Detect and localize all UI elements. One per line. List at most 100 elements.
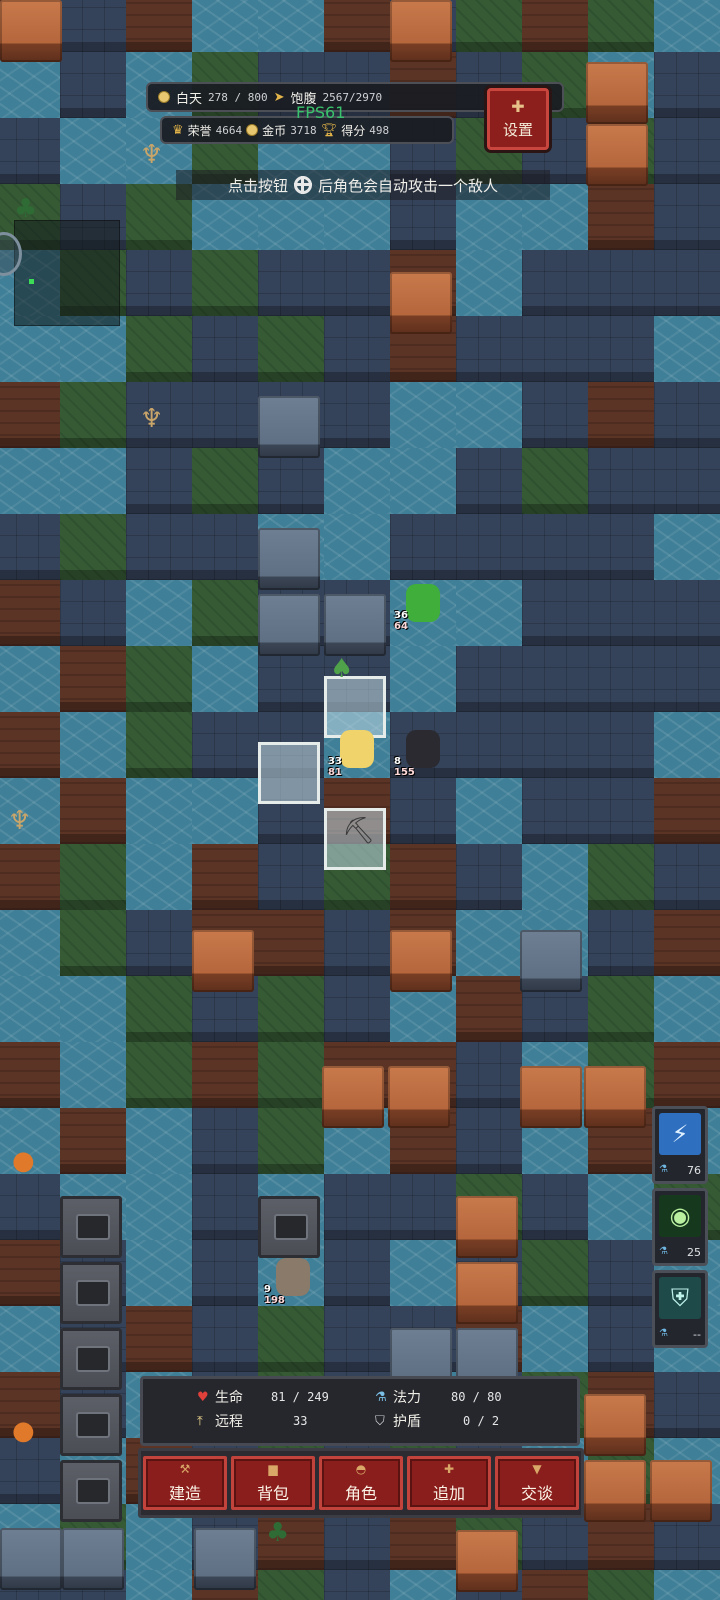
map-tile[interactable]: [324, 0, 390, 52]
map-tile[interactable]: [0, 646, 60, 712]
map-tile[interactable]: [258, 910, 324, 976]
map-tile[interactable]: [456, 250, 522, 316]
map-tile[interactable]: [456, 382, 522, 448]
map-tile[interactable]: [0, 448, 60, 514]
map-tile[interactable]: [456, 580, 522, 646]
map-tile[interactable]: [60, 580, 126, 646]
map-tile[interactable]: [588, 382, 654, 448]
map-tile[interactable]: [588, 844, 654, 910]
map-tile[interactable]: [192, 712, 258, 778]
map-tile[interactable]: [390, 844, 456, 910]
map-tile[interactable]: [654, 646, 720, 712]
map-tile[interactable]: [588, 1570, 654, 1600]
clay-block[interactable]: [456, 1262, 518, 1324]
map-tile[interactable]: [60, 646, 126, 712]
map-tile[interactable]: [654, 448, 720, 514]
map-tile[interactable]: [126, 910, 192, 976]
build-button[interactable]: ⚒ 建造: [143, 1456, 227, 1510]
map-tile[interactable]: [588, 1174, 654, 1240]
map-tile[interactable]: [0, 118, 60, 184]
map-tile[interactable]: [60, 0, 126, 52]
map-tile[interactable]: [258, 250, 324, 316]
map-tile[interactable]: [654, 514, 720, 580]
clay-block[interactable]: [388, 1066, 450, 1128]
map-tile[interactable]: [126, 0, 192, 52]
clay-block[interactable]: [192, 930, 254, 992]
map-tile[interactable]: [324, 1240, 390, 1306]
map-tile[interactable]: [0, 712, 60, 778]
map-tile[interactable]: [522, 448, 588, 514]
slate-block[interactable]: [258, 594, 320, 656]
map-tile[interactable]: [126, 646, 192, 712]
skill-lightning-button[interactable]: ⚡ ⚗ 76: [652, 1106, 708, 1184]
map-tile[interactable]: [588, 514, 654, 580]
map-tile[interactable]: [390, 382, 456, 448]
slate-block[interactable]: [258, 528, 320, 590]
map-tile[interactable]: [456, 1108, 522, 1174]
map-tile[interactable]: [192, 1240, 258, 1306]
map-tile[interactable]: [126, 1570, 192, 1600]
clay-block[interactable]: [586, 124, 648, 186]
map-tile[interactable]: [126, 1108, 192, 1174]
map-tile[interactable]: [588, 580, 654, 646]
map-tile[interactable]: [390, 1240, 456, 1306]
clay-block[interactable]: [456, 1196, 518, 1258]
map-tile[interactable]: [324, 910, 390, 976]
clay-block[interactable]: [584, 1394, 646, 1456]
map-tile[interactable]: [192, 580, 258, 646]
map-tile[interactable]: [522, 580, 588, 646]
backpack-button[interactable]: ▆ 背包: [231, 1456, 315, 1510]
map-tile[interactable]: [456, 0, 522, 52]
map-tile[interactable]: [192, 514, 258, 580]
map-tile[interactable]: [654, 1372, 720, 1438]
slate-block[interactable]: [324, 594, 386, 656]
map-tile[interactable]: [60, 712, 126, 778]
map-tile[interactable]: [654, 118, 720, 184]
map-tile[interactable]: [258, 1570, 324, 1600]
map-tile[interactable]: [0, 1306, 60, 1372]
slate-block[interactable]: [258, 396, 320, 458]
clay-block[interactable]: [390, 930, 452, 992]
character-dark-haired-ally[interactable]: 8 155: [392, 728, 452, 788]
map-tile[interactable]: [60, 1108, 126, 1174]
map-tile[interactable]: [522, 646, 588, 712]
map-tile[interactable]: [456, 1042, 522, 1108]
map-tile[interactable]: [126, 844, 192, 910]
stone-wall-block[interactable]: [60, 1328, 122, 1390]
map-tile[interactable]: [324, 1174, 390, 1240]
slate-block[interactable]: [0, 1528, 62, 1590]
map-tile[interactable]: [192, 316, 258, 382]
skill-eye-button[interactable]: ◉ ⚗ 25: [652, 1188, 708, 1266]
clay-block[interactable]: [520, 1066, 582, 1128]
map-tile[interactable]: [60, 52, 126, 118]
map-tile[interactable]: [126, 778, 192, 844]
map-tile[interactable]: [60, 910, 126, 976]
map-tile[interactable]: [654, 1042, 720, 1108]
map-tile[interactable]: [0, 1042, 60, 1108]
map-tile[interactable]: [456, 514, 522, 580]
map-tile[interactable]: [126, 250, 192, 316]
minimap[interactable]: [14, 220, 120, 326]
map-tile[interactable]: [324, 976, 390, 1042]
clay-block[interactable]: [456, 1530, 518, 1592]
map-tile[interactable]: [0, 1174, 60, 1240]
map-tile[interactable]: [654, 316, 720, 382]
map-tile[interactable]: [456, 910, 522, 976]
map-tile[interactable]: [522, 316, 588, 382]
map-tile[interactable]: [522, 382, 588, 448]
clay-block[interactable]: [586, 62, 648, 124]
map-tile[interactable]: [456, 316, 522, 382]
map-tile[interactable]: [456, 448, 522, 514]
settings-button[interactable]: ✚ 设置: [487, 88, 549, 150]
stone-wall-block[interactable]: [258, 1196, 320, 1258]
map-tile[interactable]: [192, 382, 258, 448]
map-tile[interactable]: [654, 580, 720, 646]
stone-wall-block[interactable]: [60, 1196, 122, 1258]
map-tile[interactable]: [654, 1570, 720, 1600]
slate-block[interactable]: [520, 930, 582, 992]
map-tile[interactable]: [588, 316, 654, 382]
map-tile[interactable]: [522, 778, 588, 844]
map-tile[interactable]: [588, 250, 654, 316]
map-tile[interactable]: [588, 646, 654, 712]
map-tile[interactable]: [192, 1306, 258, 1372]
